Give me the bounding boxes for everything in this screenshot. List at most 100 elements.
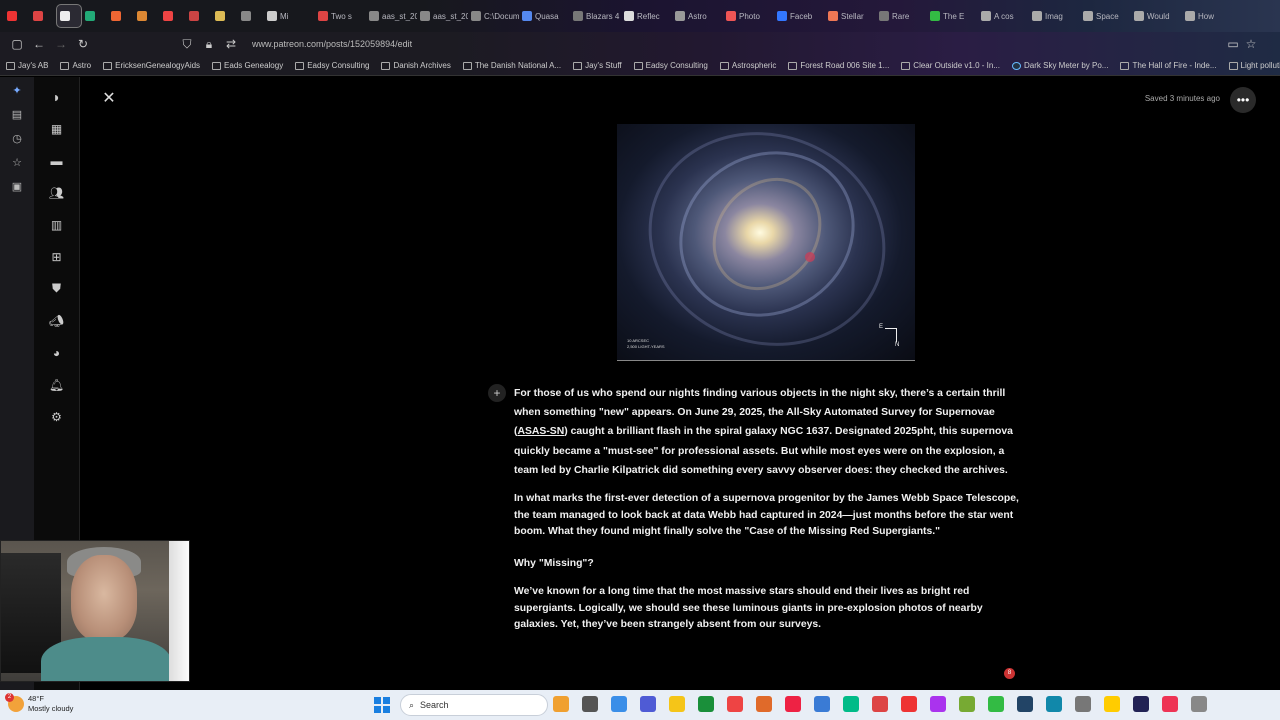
post-body[interactable]: For those of us who spend our nights fin…: [514, 384, 1024, 647]
bookmark-item[interactable]: Astro: [54, 61, 97, 70]
bookmark-item[interactable]: Eadsy Consulting: [628, 61, 714, 70]
patreon-logo-icon[interactable]: ◗: [47, 87, 67, 106]
bookmark-item[interactable]: The Danish National A...: [457, 61, 567, 70]
bookmark-item[interactable]: Eadsy Consulting: [289, 61, 375, 70]
taskbar-search[interactable]: ⌕ Search: [400, 694, 548, 716]
browser-tab[interactable]: [160, 4, 186, 28]
bookmark-item[interactable]: EricksenGenealogyAids: [97, 61, 206, 70]
browser-tab[interactable]: Two s: [315, 4, 366, 28]
taskbar-app-icon[interactable]: [1017, 696, 1033, 712]
taskbar-app-icon[interactable]: [1191, 696, 1207, 712]
galaxy-image[interactable]: 10 ARCSEC 2,500 LIGHT-YEARS E N: [617, 124, 915, 360]
browser-tab[interactable]: Photo: [723, 4, 774, 28]
home-icon[interactable]: ▦: [47, 119, 67, 138]
browser-tab[interactable]: [108, 4, 134, 28]
taskbar-app-icon[interactable]: [1104, 696, 1120, 712]
taskbar-app-icon[interactable]: [1162, 696, 1178, 712]
history-icon[interactable]: ◷: [10, 131, 24, 145]
taskbar-app-icon[interactable]: [843, 696, 859, 712]
bookmark-item[interactable]: Jay's Stuff: [567, 61, 628, 70]
browser-tab[interactable]: Stellar: [825, 4, 876, 28]
taskbar-app-icon[interactable]: [814, 696, 830, 712]
bookmark-item[interactable]: Forest Road 006 Site 1...: [782, 61, 895, 70]
browser-tab[interactable]: aas_st_20: [366, 4, 417, 28]
reload-button[interactable]: ↻: [72, 33, 94, 55]
browser-tab[interactable]: [238, 4, 264, 28]
paragraph-1[interactable]: For those of us who spend our nights fin…: [514, 384, 1024, 480]
close-icon[interactable]: ✕: [100, 90, 118, 108]
browser-tab[interactable]: Reflec: [621, 4, 672, 28]
url-text[interactable]: www.patreon.com/posts/152059894/edit: [252, 39, 412, 49]
taskbar-app-icon[interactable]: [872, 696, 888, 712]
extension-icon[interactable]: ▣: [10, 179, 24, 193]
more-options-button[interactable]: •••: [1230, 87, 1256, 113]
bookmark-item[interactable]: Eads Genealogy: [206, 61, 289, 70]
ai-sparkle-icon[interactable]: ✦: [10, 83, 24, 97]
taskbar-app-icon[interactable]: [1075, 696, 1091, 712]
bookmark-item[interactable]: The Hall of Fire - Inde...: [1114, 61, 1222, 70]
notification-badge[interactable]: 8: [1004, 668, 1015, 679]
sidebar-toggle-icon[interactable]: ▢: [6, 33, 28, 55]
bookmarks-star-icon[interactable]: ☆: [10, 155, 24, 169]
browser-tab[interactable]: Astro: [672, 4, 723, 28]
taskbar-app-icon[interactable]: [959, 696, 975, 712]
browser-tab[interactable]: [4, 4, 30, 28]
taskbar-app-icon[interactable]: [930, 696, 946, 712]
asas-sn-link[interactable]: ASAS-SN: [517, 426, 564, 437]
paragraph-2[interactable]: In what marks the first-ever detection o…: [514, 491, 1024, 541]
taskbar-app-icon[interactable]: [640, 696, 656, 712]
bookmark-item[interactable]: Dark Sky Meter by Po...: [1006, 61, 1114, 70]
browser-tab[interactable]: Blazars 4: [570, 4, 621, 28]
browser-tab[interactable]: [186, 4, 212, 28]
shield-icon[interactable]: ⛉: [176, 33, 198, 55]
add-block-button[interactable]: +: [488, 384, 506, 402]
notifications-icon[interactable]: 🔔︎: [47, 375, 67, 394]
community-icon[interactable]: ◕: [47, 343, 67, 362]
browser-tab[interactable]: Rare: [876, 4, 927, 28]
payouts-icon[interactable]: ⊞: [47, 247, 67, 266]
bookmark-star-icon[interactable]: ☆: [1240, 33, 1262, 55]
taskbar-app-icon[interactable]: [582, 696, 598, 712]
taskbar-app-icon[interactable]: [727, 696, 743, 712]
browser-tab[interactable]: Would: [1131, 4, 1182, 28]
taskbar-app-icon[interactable]: [756, 696, 772, 712]
bookmark-item[interactable]: Jay's AB: [0, 61, 54, 70]
shield-icon[interactable]: ⛊: [47, 279, 67, 298]
browser-tab[interactable]: Quasa: [519, 4, 570, 28]
taskbar-app-icon[interactable]: [611, 696, 627, 712]
bookmark-item[interactable]: Danish Archives: [375, 61, 456, 70]
audience-icon[interactable]: 👥︎: [47, 183, 67, 202]
browser-tab[interactable]: [212, 4, 238, 28]
bookmark-item[interactable]: Astrospheric: [714, 61, 782, 70]
browser-tab[interactable]: Space: [1080, 4, 1131, 28]
taskbar-app-icon[interactable]: [901, 696, 917, 712]
browser-tab[interactable]: How: [1182, 4, 1233, 28]
windows-start-icon[interactable]: [374, 697, 390, 713]
insights-icon[interactable]: ▥: [47, 215, 67, 234]
browser-tab[interactable]: [82, 4, 108, 28]
weather-widget[interactable]: 2 48°F Mostly cloudy: [5, 693, 73, 714]
paragraph-4[interactable]: We’ve known for a long time that the mos…: [514, 584, 1024, 634]
browser-tab[interactable]: C:\Docum: [468, 4, 519, 28]
section-heading[interactable]: Why "Missing"?: [514, 554, 1024, 573]
browser-tab[interactable]: A cos: [978, 4, 1029, 28]
browser-tab[interactable]: aas_st_20: [417, 4, 468, 28]
taskbar-app-icon[interactable]: [553, 696, 569, 712]
browser-tab[interactable]: Imag: [1029, 4, 1080, 28]
library-icon[interactable]: ▬: [47, 151, 67, 170]
browser-tab[interactable]: The E: [927, 4, 978, 28]
taskbar-app-icon[interactable]: [1133, 696, 1149, 712]
settings-icon[interactable]: ⚙: [47, 407, 67, 426]
browser-tab[interactable]: Faceb: [774, 4, 825, 28]
bookmark-item[interactable]: Clear Outside v1.0 - In...: [895, 61, 1006, 70]
back-button[interactable]: ←: [28, 33, 50, 55]
browser-tab[interactable]: [134, 4, 160, 28]
taskbar-app-icon[interactable]: [785, 696, 801, 712]
tabs-icon[interactable]: ▤: [10, 107, 24, 121]
forward-button[interactable]: →: [50, 33, 72, 55]
bookmark-item[interactable]: Light pollution map: [1223, 61, 1280, 70]
promotions-icon[interactable]: 📣︎: [47, 311, 67, 330]
taskbar-app-icon[interactable]: [698, 696, 714, 712]
permissions-icon[interactable]: ⇄: [220, 33, 242, 55]
browser-tab[interactable]: Mi: [264, 4, 315, 28]
